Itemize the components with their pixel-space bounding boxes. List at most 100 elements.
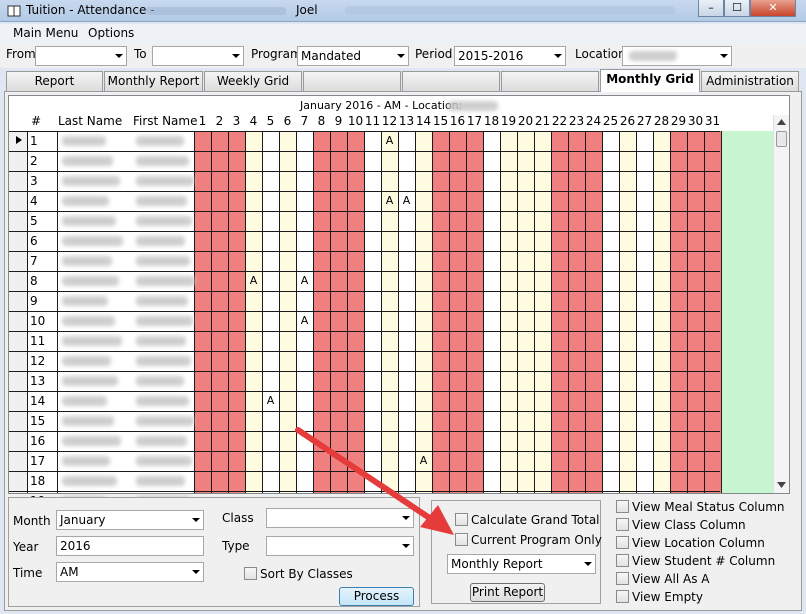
to-select[interactable] <box>152 46 244 66</box>
redacted-first-name <box>136 176 194 186</box>
day-header: 4 <box>249 114 258 128</box>
tab-strip: Report Monthly Report Weekly Grid Monthl… <box>0 69 806 92</box>
maximize-button[interactable]: ☐ <box>724 0 750 17</box>
type-label: Type <box>222 539 250 553</box>
from-label: From <box>6 47 36 61</box>
current-program-only-checkbox[interactable] <box>455 533 468 546</box>
day-header: 20 <box>517 114 534 128</box>
absence-mark[interactable]: A <box>245 274 262 287</box>
menu-options[interactable]: Options <box>88 26 134 40</box>
tab-blank-3[interactable] <box>501 71 599 91</box>
grid-vline <box>27 131 28 493</box>
type-select[interactable] <box>266 536 414 556</box>
process-button[interactable]: Process <box>339 587 414 606</box>
redacted-last-name <box>62 296 108 306</box>
scroll-down-icon[interactable] <box>777 482 786 488</box>
tab-administration[interactable]: Administration <box>701 71 799 91</box>
absence-mark[interactable]: A <box>296 314 313 327</box>
absence-mark[interactable]: A <box>398 194 415 207</box>
grid-hline <box>9 271 720 272</box>
grid-hline <box>9 251 720 252</box>
menu-main[interactable]: Main Menu <box>13 26 78 40</box>
redacted-first-name <box>136 276 195 286</box>
scroll-thumb[interactable] <box>776 131 787 147</box>
period-select[interactable]: 2015-2016 <box>454 46 566 66</box>
chevron-down-icon <box>720 54 728 58</box>
grid-vline <box>313 131 314 493</box>
redacted-title <box>146 7 286 15</box>
grid-hline <box>9 351 720 352</box>
grid-vline <box>330 131 331 493</box>
redacted-first-name <box>136 336 186 346</box>
class-label: Class <box>222 511 254 525</box>
view-option-checkbox[interactable] <box>616 500 629 513</box>
filter-bar: From To Program Mandated Period 2015-201… <box>0 44 806 68</box>
redacted-first-name <box>136 136 184 146</box>
day-header: 6 <box>283 114 292 128</box>
day-column-fill <box>211 131 228 493</box>
day-header: 1 <box>198 114 207 128</box>
day-header: 7 <box>300 114 309 128</box>
from-select[interactable] <box>35 46 127 66</box>
tab-weekly-grid[interactable]: Weekly Grid <box>204 71 302 91</box>
absence-mark[interactable]: A <box>296 274 313 287</box>
view-option-checkbox[interactable] <box>616 572 629 585</box>
row-number: 9 <box>30 294 38 308</box>
view-option-checkbox[interactable] <box>616 518 629 531</box>
grid-vline <box>262 131 263 493</box>
print-report-button[interactable]: Print Report <box>470 583 545 602</box>
day-header: 27 <box>636 114 653 128</box>
redacted-last-name <box>62 476 117 486</box>
redacted-last-name <box>62 216 116 226</box>
grid-vertical-scrollbar[interactable] <box>773 115 789 493</box>
row-number: 18 <box>30 474 46 488</box>
grid-hline <box>9 191 720 192</box>
col-header-last-name: Last Name <box>58 114 123 128</box>
day-column-fill <box>415 131 432 493</box>
close-button[interactable]: ✕ <box>750 0 796 17</box>
redacted-first-name <box>136 316 193 326</box>
absence-mark[interactable]: A <box>415 454 432 467</box>
month-value: January <box>60 513 106 527</box>
grid-hline <box>9 471 720 472</box>
absence-mark[interactable]: A <box>381 134 398 147</box>
absence-mark[interactable]: A <box>381 194 398 207</box>
grid-vline <box>551 131 552 493</box>
redacted-last-name <box>62 396 107 406</box>
time-select[interactable]: AM <box>56 562 204 582</box>
grid-vline <box>415 131 416 493</box>
day-column-fill <box>568 131 585 493</box>
report-type-value: Monthly Report <box>451 557 543 571</box>
view-option-checkbox[interactable] <box>616 536 629 549</box>
location-label: Location <box>575 47 626 61</box>
view-option-checkbox[interactable] <box>616 554 629 567</box>
grid-hline <box>9 171 720 172</box>
tab-report[interactable]: Report <box>6 71 103 91</box>
scroll-up-icon[interactable] <box>777 119 786 125</box>
window-title: Tuition - Attendance - <box>26 3 155 17</box>
current-program-only-label: Current Program Only <box>471 533 602 547</box>
tab-blank-1[interactable] <box>303 71 401 91</box>
sort-by-classes-checkbox[interactable] <box>244 567 257 580</box>
year-input[interactable]: 2016 <box>56 536 204 556</box>
day-header: 10 <box>347 114 364 128</box>
absence-mark[interactable]: A <box>262 394 279 407</box>
redacted-first-name <box>136 216 192 226</box>
tab-monthly-report[interactable]: Monthly Report <box>104 71 203 91</box>
day-header: 12 <box>381 114 398 128</box>
calc-grand-total-checkbox[interactable] <box>455 513 468 526</box>
day-column-fill <box>313 131 330 493</box>
location-select[interactable] <box>622 46 732 66</box>
class-select[interactable] <box>266 508 414 528</box>
minimize-button[interactable]: – <box>698 0 724 17</box>
report-type-select[interactable]: Monthly Report <box>447 554 596 574</box>
month-select[interactable]: January <box>56 510 204 530</box>
view-option-checkbox[interactable] <box>616 590 629 603</box>
grid-vline <box>500 131 501 493</box>
grid-hline <box>9 311 720 312</box>
program-select[interactable]: Mandated <box>297 46 409 66</box>
grid-vline <box>602 131 603 493</box>
tab-monthly-grid[interactable]: Monthly Grid <box>600 69 700 92</box>
sort-by-classes-label: Sort By Classes <box>260 567 353 581</box>
tab-blank-2[interactable] <box>402 71 500 91</box>
